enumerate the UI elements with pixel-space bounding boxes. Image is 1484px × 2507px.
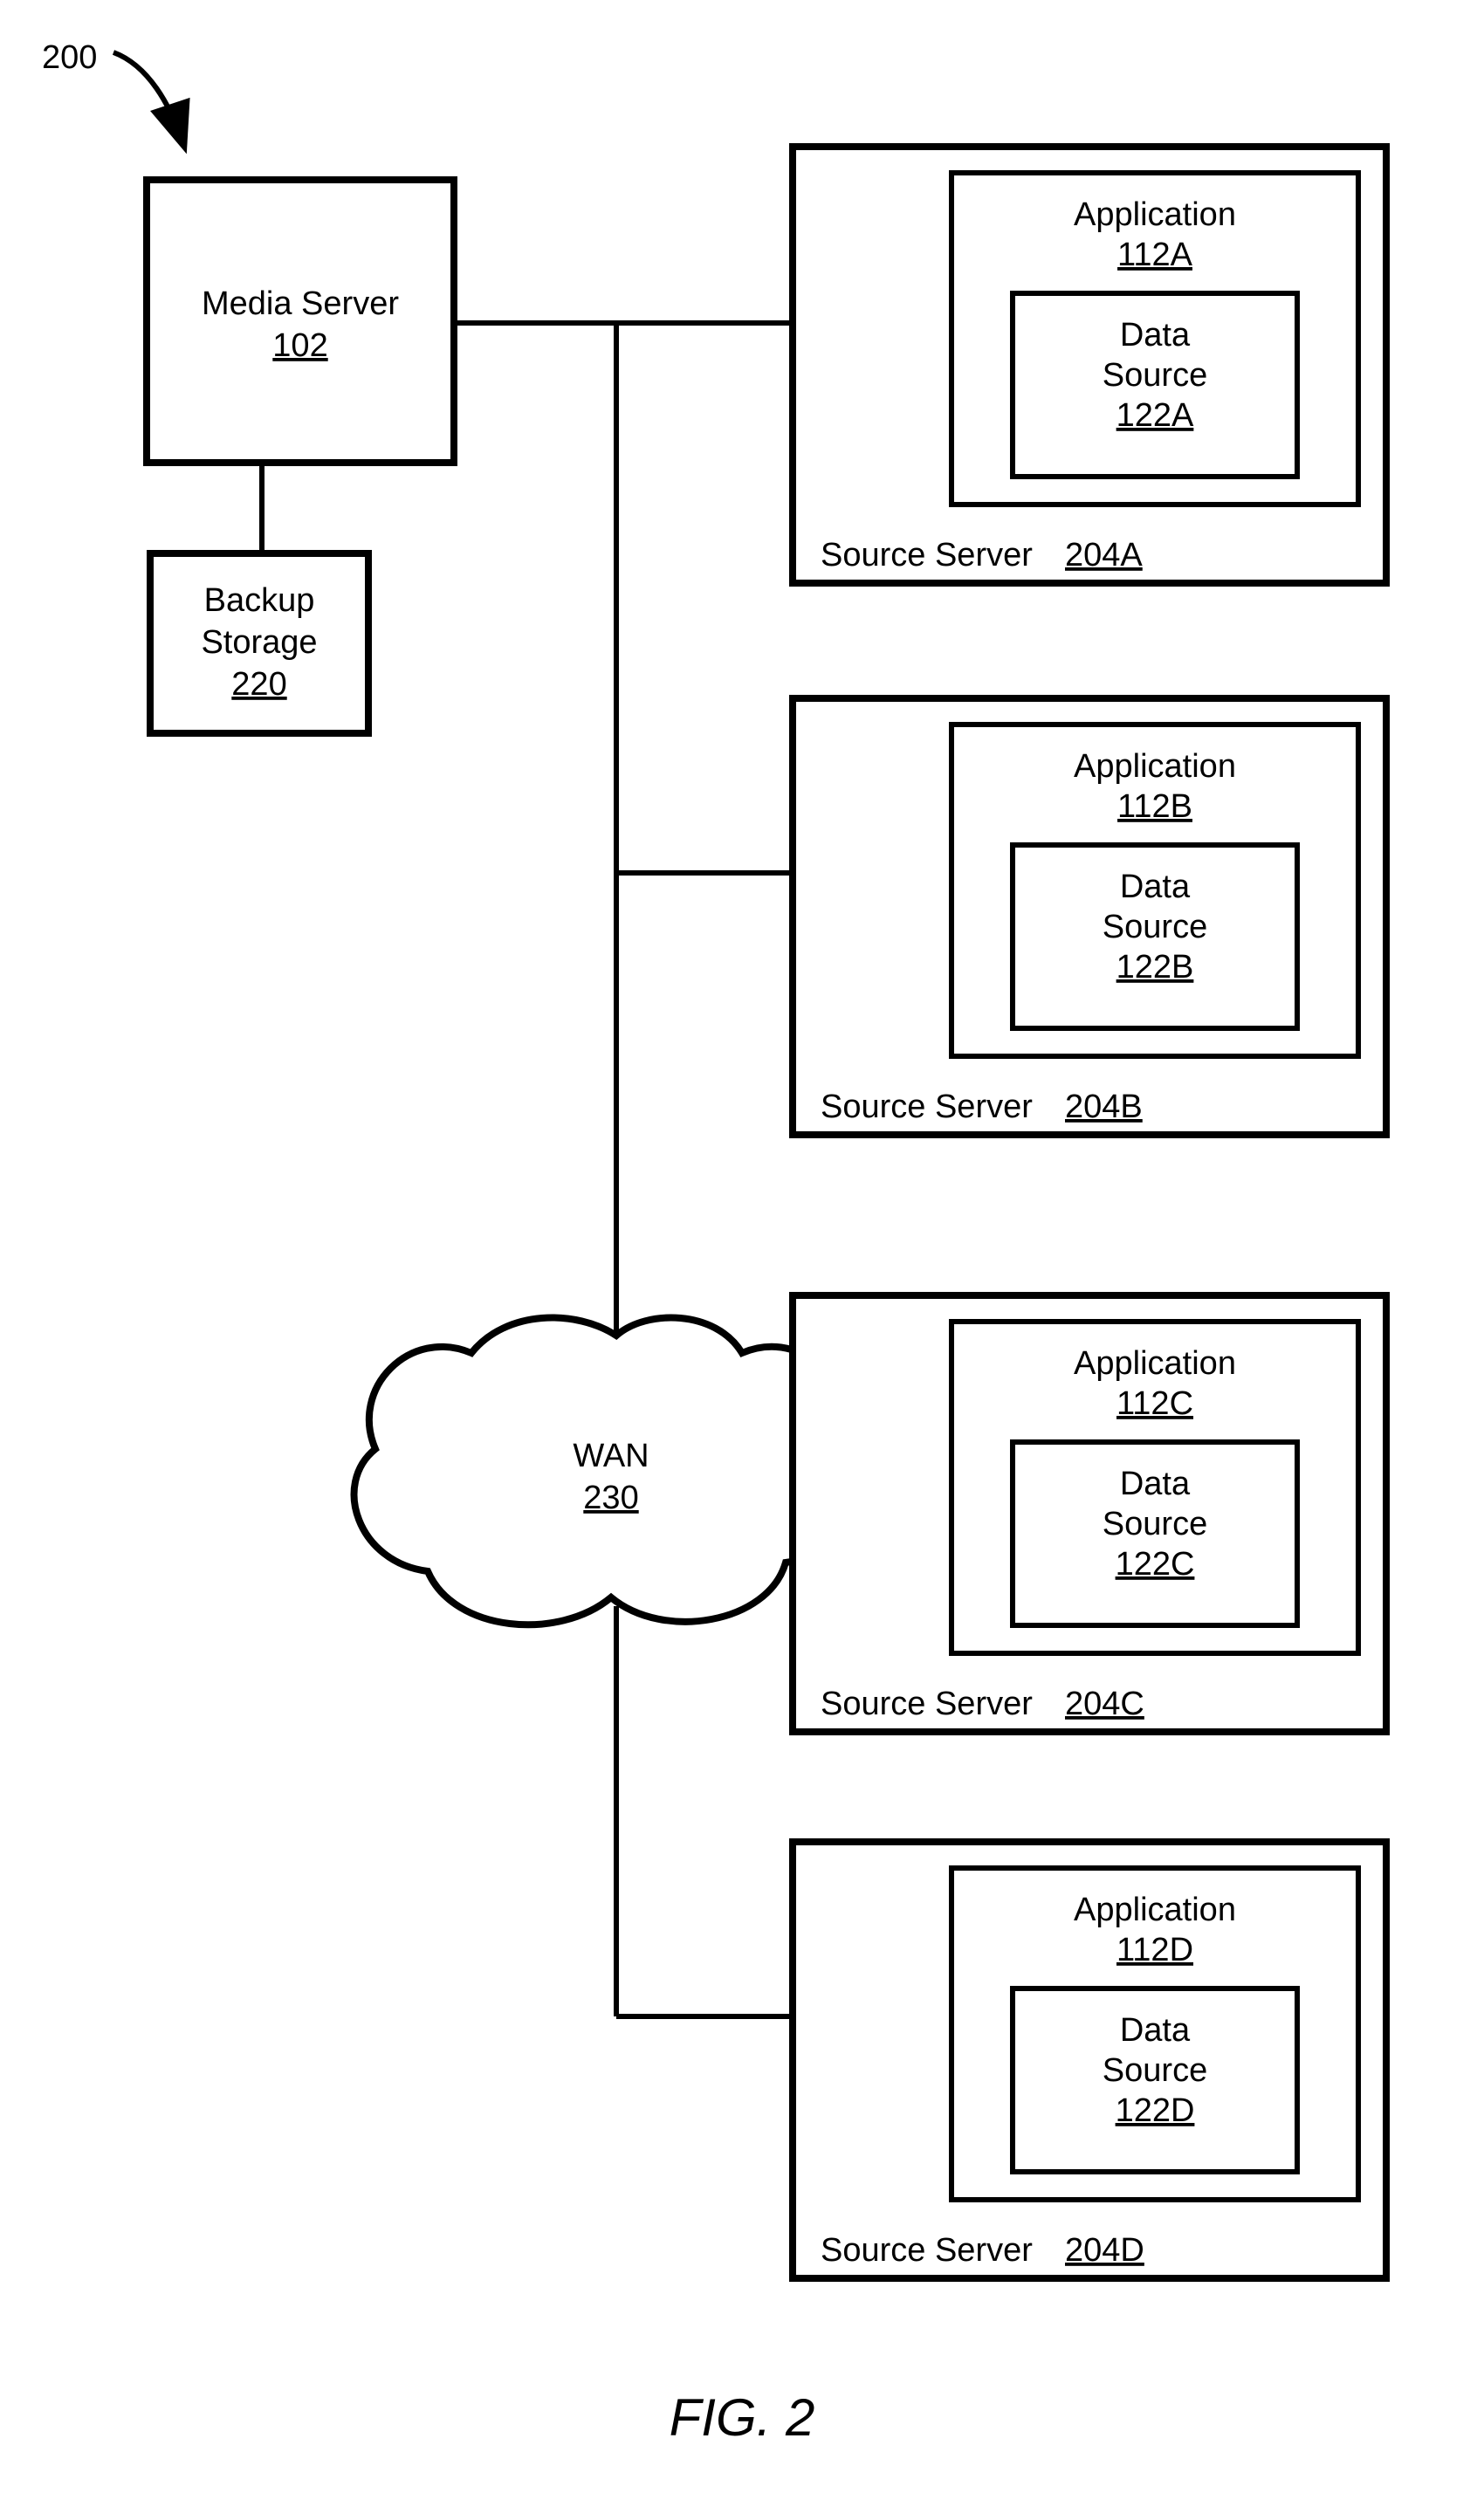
source-server-d: Application 112D Data Source 122D Source… bbox=[793, 1842, 1386, 2278]
wan-cloud: WAN 230 bbox=[354, 1318, 854, 1625]
application-ref-d: 112D bbox=[1116, 1932, 1193, 1968]
diagram-canvas: 200 Media Server 102 Backup Storage 220 … bbox=[0, 0, 1484, 2507]
figure-ref-arrow bbox=[113, 52, 183, 144]
media-server-box: Media Server 102 bbox=[147, 180, 454, 463]
application-ref-b: 112B bbox=[1117, 788, 1192, 825]
source-server-a: Application 112A Data Source 122A Source… bbox=[793, 147, 1386, 583]
backup-storage-ref: 220 bbox=[231, 666, 286, 703]
datasource-ref-a: 122A bbox=[1116, 397, 1194, 434]
datasource-label1-a: Data bbox=[1120, 317, 1191, 354]
application-label-a: Application bbox=[1074, 196, 1236, 233]
source-server-label-d: Source Server bbox=[821, 2232, 1033, 2269]
application-ref-a: 112A bbox=[1117, 237, 1193, 273]
wan-label: WAN bbox=[573, 1438, 649, 1474]
media-server-ref: 102 bbox=[272, 327, 327, 364]
datasource-label1-c: Data bbox=[1120, 1466, 1191, 1502]
source-server-c: Application 112C Data Source 122C Source… bbox=[793, 1295, 1386, 1732]
datasource-label2-d: Source bbox=[1103, 2052, 1207, 2089]
datasource-label1-b: Data bbox=[1120, 869, 1191, 905]
source-server-ref-b: 204B bbox=[1065, 1089, 1143, 1125]
datasource-label2-a: Source bbox=[1103, 357, 1207, 394]
datasource-label2-c: Source bbox=[1103, 1506, 1207, 1542]
backup-storage-box: Backup Storage 220 bbox=[150, 553, 368, 733]
datasource-ref-b: 122B bbox=[1116, 949, 1194, 986]
application-label-c: Application bbox=[1074, 1345, 1236, 1382]
figure-caption: FIG. 2 bbox=[670, 2388, 815, 2447]
datasource-label2-b: Source bbox=[1103, 909, 1207, 945]
media-server-label: Media Server bbox=[202, 285, 399, 322]
datasource-label1-d: Data bbox=[1120, 2012, 1191, 2049]
source-server-label-b: Source Server bbox=[821, 1089, 1033, 1125]
source-server-label-a: Source Server bbox=[821, 537, 1033, 574]
datasource-ref-d: 122D bbox=[1116, 2092, 1195, 2129]
application-label-b: Application bbox=[1074, 748, 1236, 785]
backup-storage-label2: Storage bbox=[201, 624, 317, 661]
backup-storage-label1: Backup bbox=[204, 582, 315, 619]
source-server-label-c: Source Server bbox=[821, 1686, 1033, 1722]
wan-ref: 230 bbox=[583, 1480, 638, 1516]
figure-ref-label: 200 bbox=[42, 39, 97, 76]
source-server-ref-c: 204C bbox=[1065, 1686, 1144, 1722]
application-label-d: Application bbox=[1074, 1892, 1236, 1928]
source-server-b: Application 112B Data Source 122B Source… bbox=[793, 698, 1386, 1135]
source-server-ref-a: 204A bbox=[1065, 537, 1143, 574]
datasource-ref-c: 122C bbox=[1116, 1546, 1195, 1583]
source-server-ref-d: 204D bbox=[1065, 2232, 1144, 2269]
application-ref-c: 112C bbox=[1116, 1385, 1193, 1422]
